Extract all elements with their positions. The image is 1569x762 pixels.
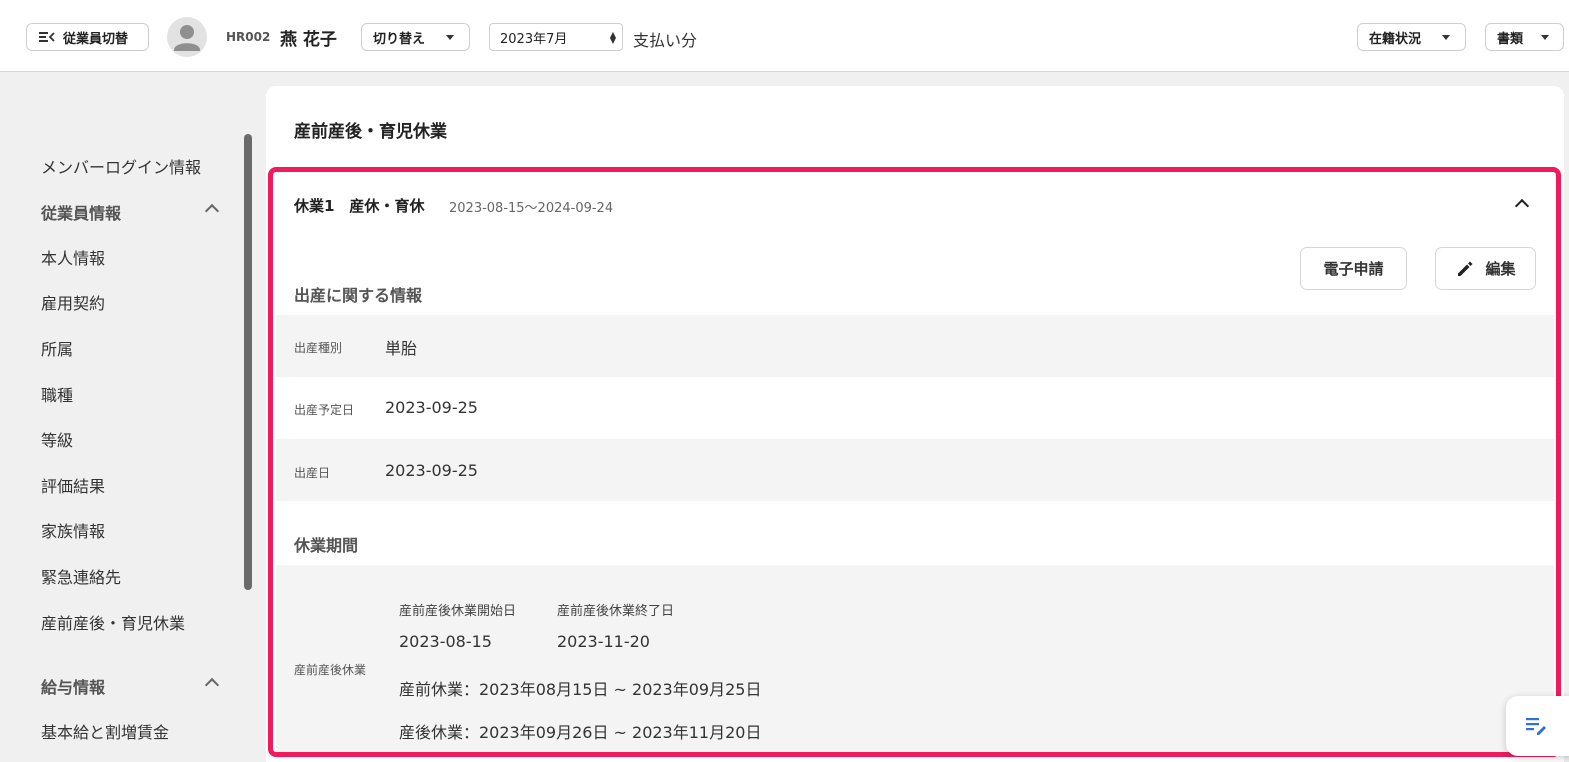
employee-switch-button[interactable]: 従業員切替 xyxy=(26,23,149,51)
sidebar-item-emergency-contact[interactable]: 緊急連絡先 xyxy=(41,564,121,588)
page-title: 産前産後・育児休業 xyxy=(294,122,447,142)
highlight-frame xyxy=(268,167,1561,757)
avatar-person-icon xyxy=(174,25,200,51)
avatar xyxy=(167,17,207,57)
status-dropdown-label: 在籍状況 xyxy=(1369,31,1422,47)
documents-dropdown-label: 書類 xyxy=(1497,31,1524,47)
sidebar-item-personal-info[interactable]: 本人情報 xyxy=(41,245,105,269)
switch-dropdown-label: 切り替え xyxy=(373,31,426,47)
chevron-down-icon xyxy=(1541,35,1549,40)
updown-arrows-icon: ▲ ▼ xyxy=(609,30,616,45)
sidebar-scrollbar[interactable] xyxy=(244,134,252,590)
sidebar-item-employment-contract[interactable]: 雇用契約 xyxy=(41,290,105,314)
sidebar-item-affiliation[interactable]: 所属 xyxy=(41,336,73,360)
sidebar-item-maternity-leave[interactable]: 産前産後・育児休業 xyxy=(41,610,185,634)
sidebar-heading-employee-info[interactable]: 従業員情報 xyxy=(41,200,121,224)
sidebar-item-base-salary[interactable]: 基本給と割増賃金 xyxy=(41,719,169,743)
sidebar-item-job-type[interactable]: 職種 xyxy=(41,382,73,406)
month-select-value: 2023年7月 xyxy=(500,31,568,47)
documents-dropdown[interactable]: 書類 xyxy=(1485,23,1564,51)
sidebar-item-grade[interactable]: 等級 xyxy=(41,427,73,451)
sidebar-item-evaluation[interactable]: 評価結果 xyxy=(41,473,105,497)
month-select[interactable]: 2023年7月 ▲ ▼ xyxy=(489,23,623,51)
chevron-down-icon xyxy=(446,35,454,40)
menu-collapse-icon xyxy=(39,32,55,42)
sidebar-heading-salary-info[interactable]: 給与情報 xyxy=(41,674,105,698)
sidebar-item-login-info[interactable]: メンバーログイン情報 xyxy=(41,154,201,178)
status-dropdown[interactable]: 在籍状況 xyxy=(1357,23,1466,51)
switch-dropdown[interactable]: 切り替え xyxy=(361,23,470,51)
employee-code: HR002 xyxy=(226,30,271,44)
employee-name: 燕 花子 xyxy=(280,30,337,50)
top-bar: 従業員切替 HR002 燕 花子 切り替え 2023年7月 ▲ ▼ 支払い分 在籍… xyxy=(0,0,1569,72)
notes-edit-icon xyxy=(1526,718,1546,735)
chevron-down-icon xyxy=(1442,35,1450,40)
payment-label: 支払い分 xyxy=(633,31,698,50)
notes-widget-button[interactable] xyxy=(1506,696,1569,756)
employee-switch-label: 従業員切替 xyxy=(63,31,129,47)
sidebar-item-family[interactable]: 家族情報 xyxy=(41,518,105,542)
